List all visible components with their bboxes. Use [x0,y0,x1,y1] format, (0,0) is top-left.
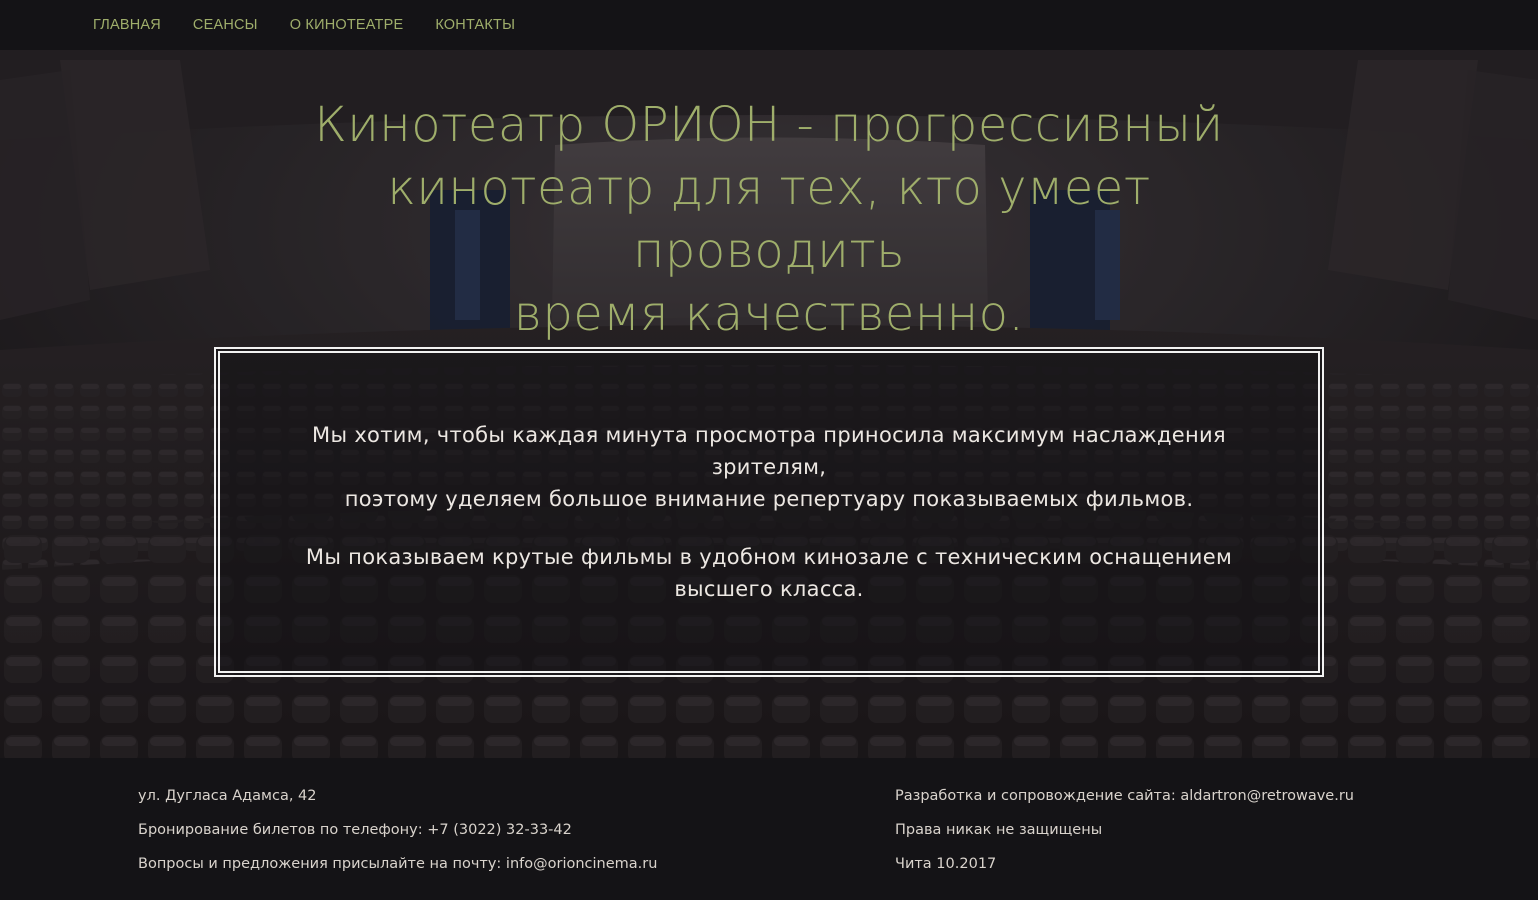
footer-info-column: Разработка и сопровождение сайта: aldart… [895,785,1354,887]
about-paragraph-1-line-2: поэтому уделяем большое внимание реперту… [344,487,1194,511]
about-framed-box: Мы хотим, чтобы каждая минута просмотра … [214,347,1324,677]
nav-link-contacts[interactable]: КОНТАКТЫ [435,17,515,33]
nav-link-about[interactable]: О КИНОТЕАТРЕ [290,17,404,33]
about-paragraph-2: Мы показываем крутые фильмы в удобном ки… [305,545,1233,601]
top-navbar: ГЛАВНАЯ СЕАНСЫ О КИНОТЕАТРЕ КОНТАКТЫ [0,0,1538,50]
page-footer: ул. Дугласа Адамса, 42 Бронирование биле… [0,758,1538,900]
footer-booking-phone: Бронирование билетов по телефону: +7 (30… [138,822,572,838]
about-text: Мы хотим, чтобы каждая минута просмотра … [280,419,1258,631]
hero-headline-line-2: кинотеатр для тех, кто умеет проводить [387,160,1151,279]
nav-link-sessions[interactable]: СЕАНСЫ [193,17,258,33]
footer-address: ул. Дугласа Адамса, 42 [138,788,317,804]
footer-rights: Права никак не защищены [895,822,1103,838]
hero-headline-line-3: время качественно. [513,286,1025,342]
hero-headline-line-1: Кинотеатр ОРИОН - прогрессивный [314,97,1224,153]
about-paragraph-1: Мы хотим, чтобы каждая минута просмотра … [280,419,1258,515]
footer-city-date: Чита 10.2017 [895,856,997,872]
hero-section: Кинотеатр ОРИОН - прогрессивный кинотеат… [0,50,1538,758]
footer-questions-email: Вопросы и предложения присылайте на почт… [138,856,658,872]
footer-developer: Разработка и сопровождение сайта: aldart… [895,788,1354,804]
footer-contacts-column: ул. Дугласа Адамса, 42 Бронирование биле… [138,785,657,887]
hero-headline: Кинотеатр ОРИОН - прогрессивный кинотеат… [260,94,1278,346]
about-paragraph-1-line-1: Мы хотим, чтобы каждая минута просмотра … [312,423,1226,479]
nav-link-home[interactable]: ГЛАВНАЯ [93,17,161,33]
